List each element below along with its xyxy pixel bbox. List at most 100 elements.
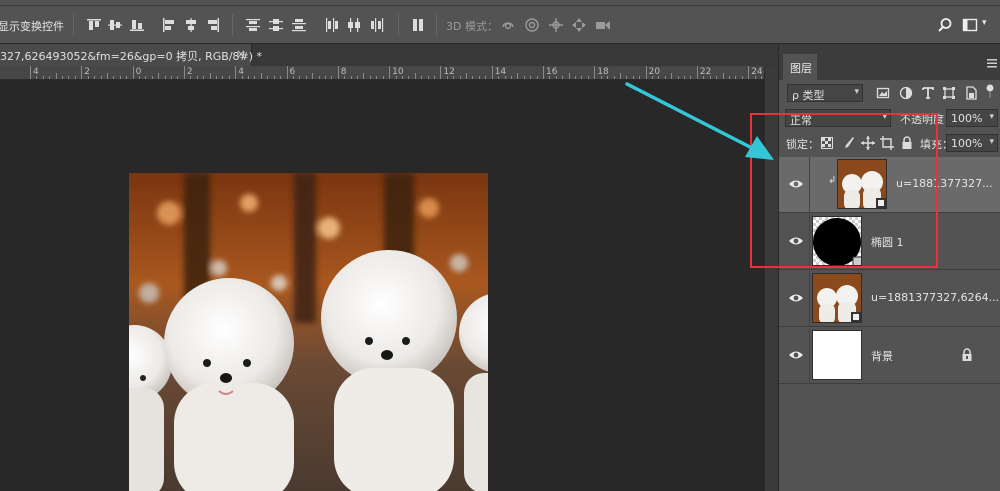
align-left-icon[interactable] bbox=[161, 17, 177, 33]
workspace-dropdown-chevron-icon[interactable]: ▾ bbox=[982, 18, 987, 28]
ruler-tick bbox=[613, 76, 615, 79]
lock-move-icon[interactable] bbox=[861, 136, 875, 150]
ruler-tick bbox=[664, 76, 666, 79]
ruler-tick bbox=[126, 76, 128, 79]
tab-layers[interactable]: 图层 bbox=[783, 54, 817, 80]
layer-name: 背景 bbox=[871, 350, 893, 363]
eye-icon[interactable] bbox=[788, 234, 804, 248]
align-bottom-icon[interactable] bbox=[129, 17, 145, 33]
vertical-scrollbar[interactable] bbox=[764, 66, 778, 491]
filter-toggle-icon[interactable] bbox=[985, 84, 995, 98]
ruler-tick bbox=[491, 66, 493, 79]
divider bbox=[809, 328, 810, 384]
ruler-tick bbox=[421, 76, 423, 79]
ruler-tick bbox=[722, 73, 724, 79]
document-tab[interactable]: 327,626493052&fm=26&gp=0 拷贝, RGB/8#) * × bbox=[0, 44, 262, 66]
layer-row[interactable]: ↲ u=1881377327... bbox=[779, 157, 1000, 213]
3d-scale-icon[interactable] bbox=[595, 17, 611, 33]
options-bar: 显示变换控件 3D 模式： ▾ bbox=[0, 6, 1000, 44]
distribute-vcenter-icon[interactable] bbox=[268, 17, 284, 33]
ruler-tick bbox=[440, 66, 442, 79]
3d-rotate-icon[interactable] bbox=[500, 17, 516, 33]
lock-brush-icon[interactable] bbox=[841, 136, 855, 150]
separator bbox=[398, 14, 399, 36]
filter-pixel-icon[interactable] bbox=[876, 86, 890, 100]
search-icon[interactable] bbox=[937, 17, 953, 33]
ruler-tick bbox=[376, 76, 378, 79]
ruler-tick bbox=[318, 76, 320, 79]
show-transform-controls-label[interactable]: 显示变换控件 bbox=[0, 18, 64, 34]
separator bbox=[436, 14, 437, 36]
align-top-icon[interactable] bbox=[86, 17, 102, 33]
distribute-bottom-icon[interactable] bbox=[291, 17, 307, 33]
ruler-tick bbox=[164, 76, 166, 79]
filter-shape-icon[interactable] bbox=[942, 86, 956, 100]
filter-type-icon[interactable] bbox=[921, 86, 935, 100]
ruler-tick bbox=[350, 76, 352, 79]
ruler-tick bbox=[305, 76, 307, 79]
ruler-tick bbox=[703, 76, 705, 79]
filter-adjustment-icon[interactable] bbox=[899, 86, 913, 100]
layer-thumbnail bbox=[812, 273, 862, 323]
3d-mode-label: 3D 模式： bbox=[446, 20, 498, 33]
ruler-tick bbox=[453, 76, 455, 79]
ruler-tick bbox=[267, 76, 269, 79]
blend-mode-value: 正常 bbox=[790, 114, 812, 127]
ruler-tick bbox=[433, 76, 435, 79]
ruler-tick bbox=[761, 76, 763, 79]
ruler-tick bbox=[74, 76, 76, 79]
ruler-tick bbox=[139, 76, 140, 79]
distribute-hcenter-icon[interactable] bbox=[346, 17, 362, 33]
opacity-field[interactable]: 100% ▾ bbox=[946, 109, 998, 127]
lock-artboard-icon[interactable] bbox=[880, 136, 894, 150]
ruler-tick bbox=[587, 76, 589, 79]
distribute-right-icon[interactable] bbox=[369, 17, 385, 33]
align-right-icon[interactable] bbox=[205, 17, 221, 33]
ruler-tick bbox=[517, 73, 519, 79]
filter-smart-object-icon[interactable] bbox=[964, 86, 978, 100]
document-tab-title: 327,626493052&fm=26&gp=0 拷贝, RGB/8#) * bbox=[0, 50, 263, 63]
layer-row[interactable]: 背景 bbox=[779, 328, 1000, 384]
3d-slide-icon[interactable] bbox=[571, 17, 587, 33]
blend-mode-dropdown[interactable]: 正常 ▾ bbox=[785, 109, 891, 127]
ruler-tick bbox=[151, 76, 153, 79]
panel-menu-icon[interactable] bbox=[987, 58, 997, 68]
ruler-tick bbox=[55, 73, 57, 79]
workspace-icon[interactable] bbox=[962, 17, 978, 33]
separator bbox=[73, 14, 74, 36]
close-icon[interactable]: × bbox=[236, 47, 246, 61]
3d-roll-icon[interactable] bbox=[524, 17, 540, 33]
lock-transparent-icon[interactable] bbox=[820, 136, 834, 150]
ruler-tick bbox=[594, 66, 596, 79]
align-hcenter-icon[interactable] bbox=[183, 17, 199, 33]
layer-thumbnail bbox=[837, 159, 887, 209]
auto-align-icon[interactable] bbox=[410, 17, 426, 33]
ruler-tick bbox=[68, 76, 70, 79]
layer-row[interactable]: 椭圆 1 bbox=[779, 214, 1000, 270]
ruler-tick bbox=[228, 76, 230, 79]
fill-field[interactable]: 100% ▾ bbox=[946, 134, 998, 152]
ruler-tick bbox=[504, 76, 506, 79]
ruler-tick bbox=[337, 66, 339, 79]
distribute-top-icon[interactable] bbox=[245, 17, 261, 33]
3d-pan-icon[interactable] bbox=[548, 17, 564, 33]
ruler-tick bbox=[632, 76, 634, 79]
eye-icon[interactable] bbox=[788, 348, 804, 362]
ruler-tick bbox=[684, 76, 686, 79]
distribute-left-icon[interactable] bbox=[323, 17, 339, 33]
layer-row[interactable]: u=1881377327,6264... bbox=[779, 271, 1000, 327]
ruler-tick bbox=[472, 76, 474, 79]
dog-photo[interactable] bbox=[129, 173, 488, 491]
filter-kind-dropdown[interactable]: ρ 类型 ▾ bbox=[787, 84, 863, 102]
ruler-tick bbox=[209, 73, 211, 79]
eye-icon[interactable] bbox=[788, 177, 804, 191]
ruler-tick bbox=[62, 76, 64, 79]
lock-all-icon[interactable] bbox=[900, 136, 914, 150]
ruler-tick bbox=[581, 76, 583, 79]
eye-icon[interactable] bbox=[788, 291, 804, 305]
align-vcenter-icon[interactable] bbox=[107, 17, 123, 33]
ruler-tick bbox=[626, 76, 628, 79]
layer-name: u=1881377327,6264... bbox=[871, 291, 1000, 304]
ruler-tick bbox=[600, 76, 602, 79]
ruler-tick bbox=[145, 76, 147, 79]
